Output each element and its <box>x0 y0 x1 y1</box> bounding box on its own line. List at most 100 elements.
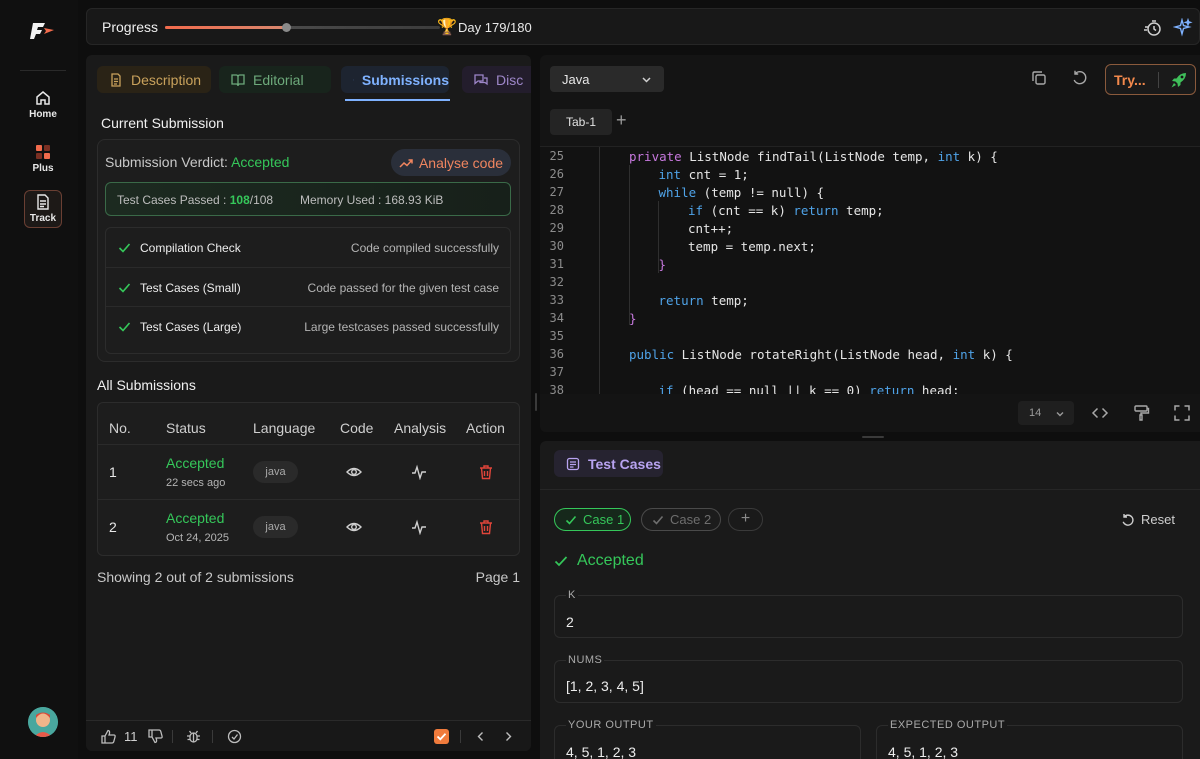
add-case-button[interactable]: + <box>728 508 763 531</box>
eye-icon[interactable] <box>346 464 362 480</box>
thumbs-down-icon[interactable] <box>148 729 163 744</box>
line-number: 26 <box>549 167 564 181</box>
vertical-resize-handle[interactable] <box>862 436 884 438</box>
code-brackets-icon[interactable] <box>1091 404 1109 422</box>
check-message: Large testcases passed successfully <box>304 320 499 334</box>
field-label: YOUR OUTPUT <box>566 719 656 731</box>
code-area[interactable]: 25 private ListNode findTail(ListNode tem… <box>540 146 1200 394</box>
copy-icon[interactable] <box>1030 69 1048 87</box>
field-label: NUMS <box>566 654 605 666</box>
left-rail: Home Plus Track <box>0 0 78 759</box>
bug-icon[interactable] <box>186 729 201 744</box>
line-number: 34 <box>549 311 564 325</box>
trash-icon[interactable] <box>478 464 494 480</box>
tab-test-cases[interactable]: Test Cases <box>554 450 663 477</box>
font-size-select[interactable]: 14 <box>1018 401 1074 425</box>
case-2-chip[interactable]: Case 2 <box>641 508 721 531</box>
code-line: if (cnt == k) return temp; <box>688 203 884 218</box>
case-1-chip[interactable]: Case 1 <box>554 508 631 531</box>
tab-description[interactable]: Description <box>97 66 211 93</box>
line-number: 27 <box>549 185 564 199</box>
rail-item-label: Plus <box>32 163 54 174</box>
chevron-left-icon[interactable] <box>473 729 488 744</box>
chevron-right-icon[interactable] <box>501 729 516 744</box>
tab-submissions[interactable]: Submissions <box>341 66 449 93</box>
format-paint-icon[interactable] <box>1132 404 1150 422</box>
line-number: 37 <box>549 365 564 379</box>
rocket-icon[interactable] <box>1169 70 1189 90</box>
field-label: EXPECTED OUTPUT <box>888 719 1008 731</box>
line-number: 33 <box>549 293 564 307</box>
thumbs-up-icon[interactable] <box>101 729 116 744</box>
language-select-value: Java <box>562 72 590 87</box>
result-label: Accepted <box>577 552 644 569</box>
input-nums-field[interactable]: NUMS [1, 2, 3, 4, 5] <box>554 654 1183 703</box>
progress-bar[interactable] <box>165 23 440 32</box>
likes-count: 11 <box>124 729 138 744</box>
column-header: Analysis <box>394 420 447 436</box>
badge-icon[interactable] <box>227 729 242 744</box>
editor-tab-1[interactable]: Tab-1 <box>550 109 612 135</box>
check-name: Test Cases (Large) <box>140 320 242 334</box>
sparkle-icon[interactable] <box>1173 18 1193 38</box>
field-value: [1, 2, 3, 4, 5] <box>566 678 644 694</box>
reset-button[interactable]: Reset <box>1121 512 1175 527</box>
case-label: Case 2 <box>670 512 712 527</box>
code-line: } <box>658 257 667 272</box>
input-k-field[interactable]: K 2 <box>554 589 1183 638</box>
result-status: Accepted <box>554 552 644 570</box>
progress-bar-fill <box>165 26 286 29</box>
submission-verdict: Submission Verdict: Accepted <box>105 154 289 170</box>
code-editor-panel: Java Try... Tab-1 + 25 private ListNode f… <box>540 55 1200 432</box>
check-icon <box>436 733 447 741</box>
eye-icon[interactable] <box>346 519 362 535</box>
table-row: 2 Accepted Oct 24, 2025 java <box>98 499 519 553</box>
rail-item-track[interactable]: Track <box>24 190 62 228</box>
reset-code-icon[interactable] <box>1071 69 1089 87</box>
code-line: temp = temp.next; <box>688 239 816 254</box>
field-label: K <box>566 589 578 601</box>
home-icon <box>36 91 50 105</box>
tests-passed-count: 108 <box>229 193 250 207</box>
language-badge: java <box>253 461 298 483</box>
check-name: Compilation Check <box>140 241 241 255</box>
your-output-field: YOUR OUTPUT 4, 5, 1, 2, 3 <box>554 719 861 759</box>
field-value: 4, 5, 1, 2, 3 <box>888 744 959 759</box>
verdict-value: Accepted <box>231 154 290 170</box>
indent-guide <box>658 201 659 273</box>
activity-icon[interactable] <box>411 519 427 535</box>
progress-bar-handle[interactable] <box>282 23 291 32</box>
day-counter: Day 179/180 <box>458 20 532 35</box>
tab-label: Disc <box>496 71 524 88</box>
language-select[interactable]: Java <box>550 66 664 92</box>
trash-icon[interactable] <box>478 519 494 535</box>
timer-icon[interactable] <box>1143 18 1163 38</box>
plus-grid-icon <box>36 145 50 159</box>
rail-item-plus[interactable]: Plus <box>24 140 62 178</box>
analyse-code-button[interactable]: Analyse code <box>391 149 511 176</box>
user-avatar[interactable] <box>28 707 58 737</box>
expand-icon[interactable] <box>1173 404 1191 422</box>
tab-discuss[interactable]: Disc <box>462 66 531 93</box>
activity-icon[interactable] <box>411 464 427 480</box>
try-button[interactable]: Try... <box>1105 64 1196 95</box>
row-number: 2 <box>109 519 117 535</box>
terminal-icon <box>566 457 580 470</box>
font-size-value: 14 <box>1029 407 1042 419</box>
footer-divider <box>212 730 213 743</box>
verdict-prefix: Submission Verdict: <box>105 154 232 170</box>
page-indicator: Page 1 <box>475 569 520 585</box>
trophy-icon: 🏆 <box>437 19 457 36</box>
add-tab-button[interactable]: + <box>616 110 627 131</box>
tab-editorial[interactable]: Editorial <box>219 66 331 93</box>
panel-resize-handle[interactable] <box>535 393 537 411</box>
clock-icon <box>353 79 354 80</box>
check-icon <box>652 515 664 525</box>
language-badge: java <box>253 516 298 538</box>
editor-toolbar: 14 <box>540 394 1200 432</box>
document-icon <box>37 194 49 210</box>
solved-checkbox[interactable] <box>434 729 449 744</box>
column-header: No. <box>109 420 131 436</box>
brand-logo-icon[interactable] <box>30 20 56 42</box>
rail-item-home[interactable]: Home <box>24 86 62 124</box>
